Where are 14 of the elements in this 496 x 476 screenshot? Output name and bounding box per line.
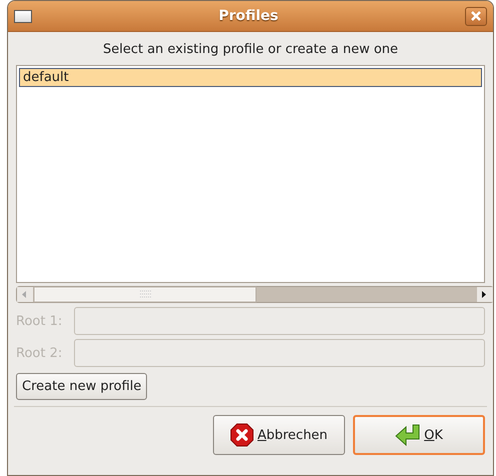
close-button[interactable] <box>465 6 487 26</box>
field-label: Root 2: <box>16 346 64 360</box>
window-menu-icon[interactable] <box>14 10 32 22</box>
enter-arrow-icon <box>395 423 422 447</box>
field-label: Root 1: <box>16 314 64 328</box>
horizontal-scrollbar[interactable] <box>16 286 493 303</box>
create-profile-button[interactable]: Create new profile <box>16 373 148 400</box>
ok-button[interactable]: OK <box>353 415 485 455</box>
cancel-icon <box>230 423 254 447</box>
close-icon <box>471 11 481 21</box>
prompt-text: Select an existing profile or create a new one <box>102 42 400 57</box>
window-title: Profiles <box>218 8 280 24</box>
profile-item[interactable]: default <box>19 68 482 87</box>
cancel-button[interactable]: Abbrechen <box>213 415 345 455</box>
